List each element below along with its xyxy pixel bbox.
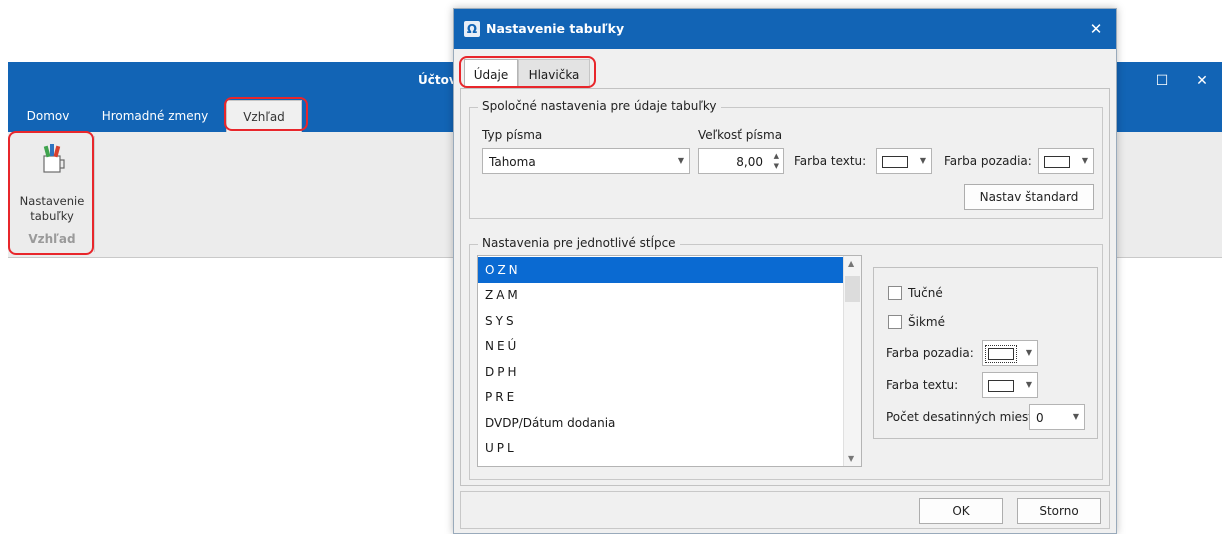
chevron-down-icon: ▼ xyxy=(1025,348,1032,357)
chevron-down-icon: ▼ xyxy=(1081,156,1088,165)
table-settings-icon xyxy=(43,144,65,173)
italic-checkbox[interactable] xyxy=(888,315,902,329)
bg-color-picker[interactable]: ▼ xyxy=(1038,148,1094,174)
ribbon-button-label-line1: Nastavenie xyxy=(19,194,85,208)
bg-color-swatch xyxy=(1044,156,1070,168)
maximize-icon[interactable]: ☐ xyxy=(1142,62,1182,100)
dialog-footer: OK Storno xyxy=(460,491,1110,529)
scroll-down-icon[interactable]: ▼ xyxy=(848,454,854,463)
bg-color-label: Farba pozadia: xyxy=(944,154,1032,168)
font-type-label: Typ písma xyxy=(482,128,543,142)
close-icon[interactable]: ✕ xyxy=(1182,62,1222,100)
font-type-select[interactable]: Tahoma ▼ xyxy=(482,148,690,174)
column-bg-color-picker[interactable]: ▼ xyxy=(982,340,1038,366)
font-size-label: Veľkosť písma xyxy=(698,128,783,142)
scroll-thumb[interactable] xyxy=(845,276,860,302)
dialog-titlebar: Ω Nastavenie tabuľky ✕ xyxy=(454,9,1116,49)
dialog-app-icon: Ω xyxy=(464,21,480,37)
font-size-value: 8,00 xyxy=(736,155,763,169)
common-settings-group: Spoločné nastavenia pre údaje tabuľky Ty… xyxy=(469,99,1103,219)
text-color-picker[interactable]: ▼ xyxy=(876,148,932,174)
settings-dialog: Ω Nastavenie tabuľky ✕ Údaje Hlavička Sp… xyxy=(453,8,1117,534)
font-type-value: Tahoma xyxy=(489,155,536,169)
column-list[interactable]: OZN ZAM SYS NEÚ DPH PRE DVDP/Dátum dodan… xyxy=(477,255,862,467)
text-color-swatch xyxy=(882,156,908,168)
column-bg-color-label: Farba pozadia: xyxy=(886,346,974,360)
text-color-label: Farba textu: xyxy=(794,154,867,168)
list-item[interactable]: UPL xyxy=(478,436,843,462)
list-item[interactable]: SYS xyxy=(478,308,843,334)
spinner-arrows-icon[interactable]: ▲ ▼ xyxy=(774,151,779,171)
chevron-down-icon: ▼ xyxy=(1072,412,1079,421)
list-item[interactable]: PRE xyxy=(478,385,843,411)
set-standard-button[interactable]: Nastav štandard xyxy=(964,184,1094,210)
scroll-up-icon[interactable]: ▲ xyxy=(848,259,854,268)
italic-label: Šikmé xyxy=(908,315,945,329)
decimals-label: Počet desatinných miest: xyxy=(886,410,1038,424)
list-item[interactable]: DPH xyxy=(478,359,843,385)
ribbon-tab-vzhlad[interactable]: Vzhľad xyxy=(226,100,302,132)
list-item[interactable]: DVDP/Dátum dodania xyxy=(478,410,843,436)
ribbon-button-label-line2: tabuľky xyxy=(30,209,74,223)
column-settings-legend: Nastavenia pre jednotlivé stĺpce xyxy=(478,236,680,250)
chevron-down-icon: ▼ xyxy=(677,156,684,165)
table-settings-button[interactable]: Nastavenie tabuľky xyxy=(12,134,92,234)
tab-hlavicka[interactable]: Hlavička xyxy=(518,59,590,89)
list-scrollbar[interactable]: ▲ ▼ xyxy=(843,256,861,466)
cancel-button[interactable]: Storno xyxy=(1017,498,1101,524)
ribbon-separator xyxy=(94,136,95,252)
tab-udaje[interactable]: Údaje xyxy=(464,59,518,89)
column-text-color-swatch xyxy=(988,380,1014,392)
list-item[interactable]: NEÚ xyxy=(478,334,843,360)
column-properties-group: Tučné Šikmé Farba pozadia: ▼ Farba textu… xyxy=(873,267,1098,439)
dialog-title: Nastavenie tabuľky xyxy=(486,21,625,36)
chevron-down-icon: ▼ xyxy=(1025,380,1032,389)
list-item[interactable]: OZN xyxy=(478,257,843,283)
column-bg-color-swatch xyxy=(985,345,1017,363)
decimals-value: 0 xyxy=(1036,411,1044,425)
chevron-down-icon: ▼ xyxy=(919,156,926,165)
ribbon-tab-hromadne-zmeny[interactable]: Hromadné zmeny xyxy=(96,100,214,132)
bold-label: Tučné xyxy=(908,286,943,300)
column-text-color-picker[interactable]: ▼ xyxy=(982,372,1038,398)
ribbon-tab-domov[interactable]: Domov xyxy=(18,100,78,132)
font-size-spinner[interactable]: 8,00 ▲ ▼ xyxy=(698,148,784,174)
decimals-select[interactable]: 0 ▼ xyxy=(1029,404,1085,430)
bold-checkbox[interactable] xyxy=(888,286,902,300)
column-text-color-label: Farba textu: xyxy=(886,378,959,392)
common-settings-legend: Spoločné nastavenia pre údaje tabuľky xyxy=(478,99,721,113)
tab-panel-udaje: Spoločné nastavenia pre údaje tabuľky Ty… xyxy=(460,88,1110,486)
list-item[interactable]: ZAM xyxy=(478,283,843,309)
dialog-close-icon[interactable]: ✕ xyxy=(1084,17,1108,41)
app-title: Účtov xyxy=(418,73,457,87)
ribbon-group-label: Vzhľad xyxy=(28,232,76,246)
ok-button[interactable]: OK xyxy=(919,498,1003,524)
